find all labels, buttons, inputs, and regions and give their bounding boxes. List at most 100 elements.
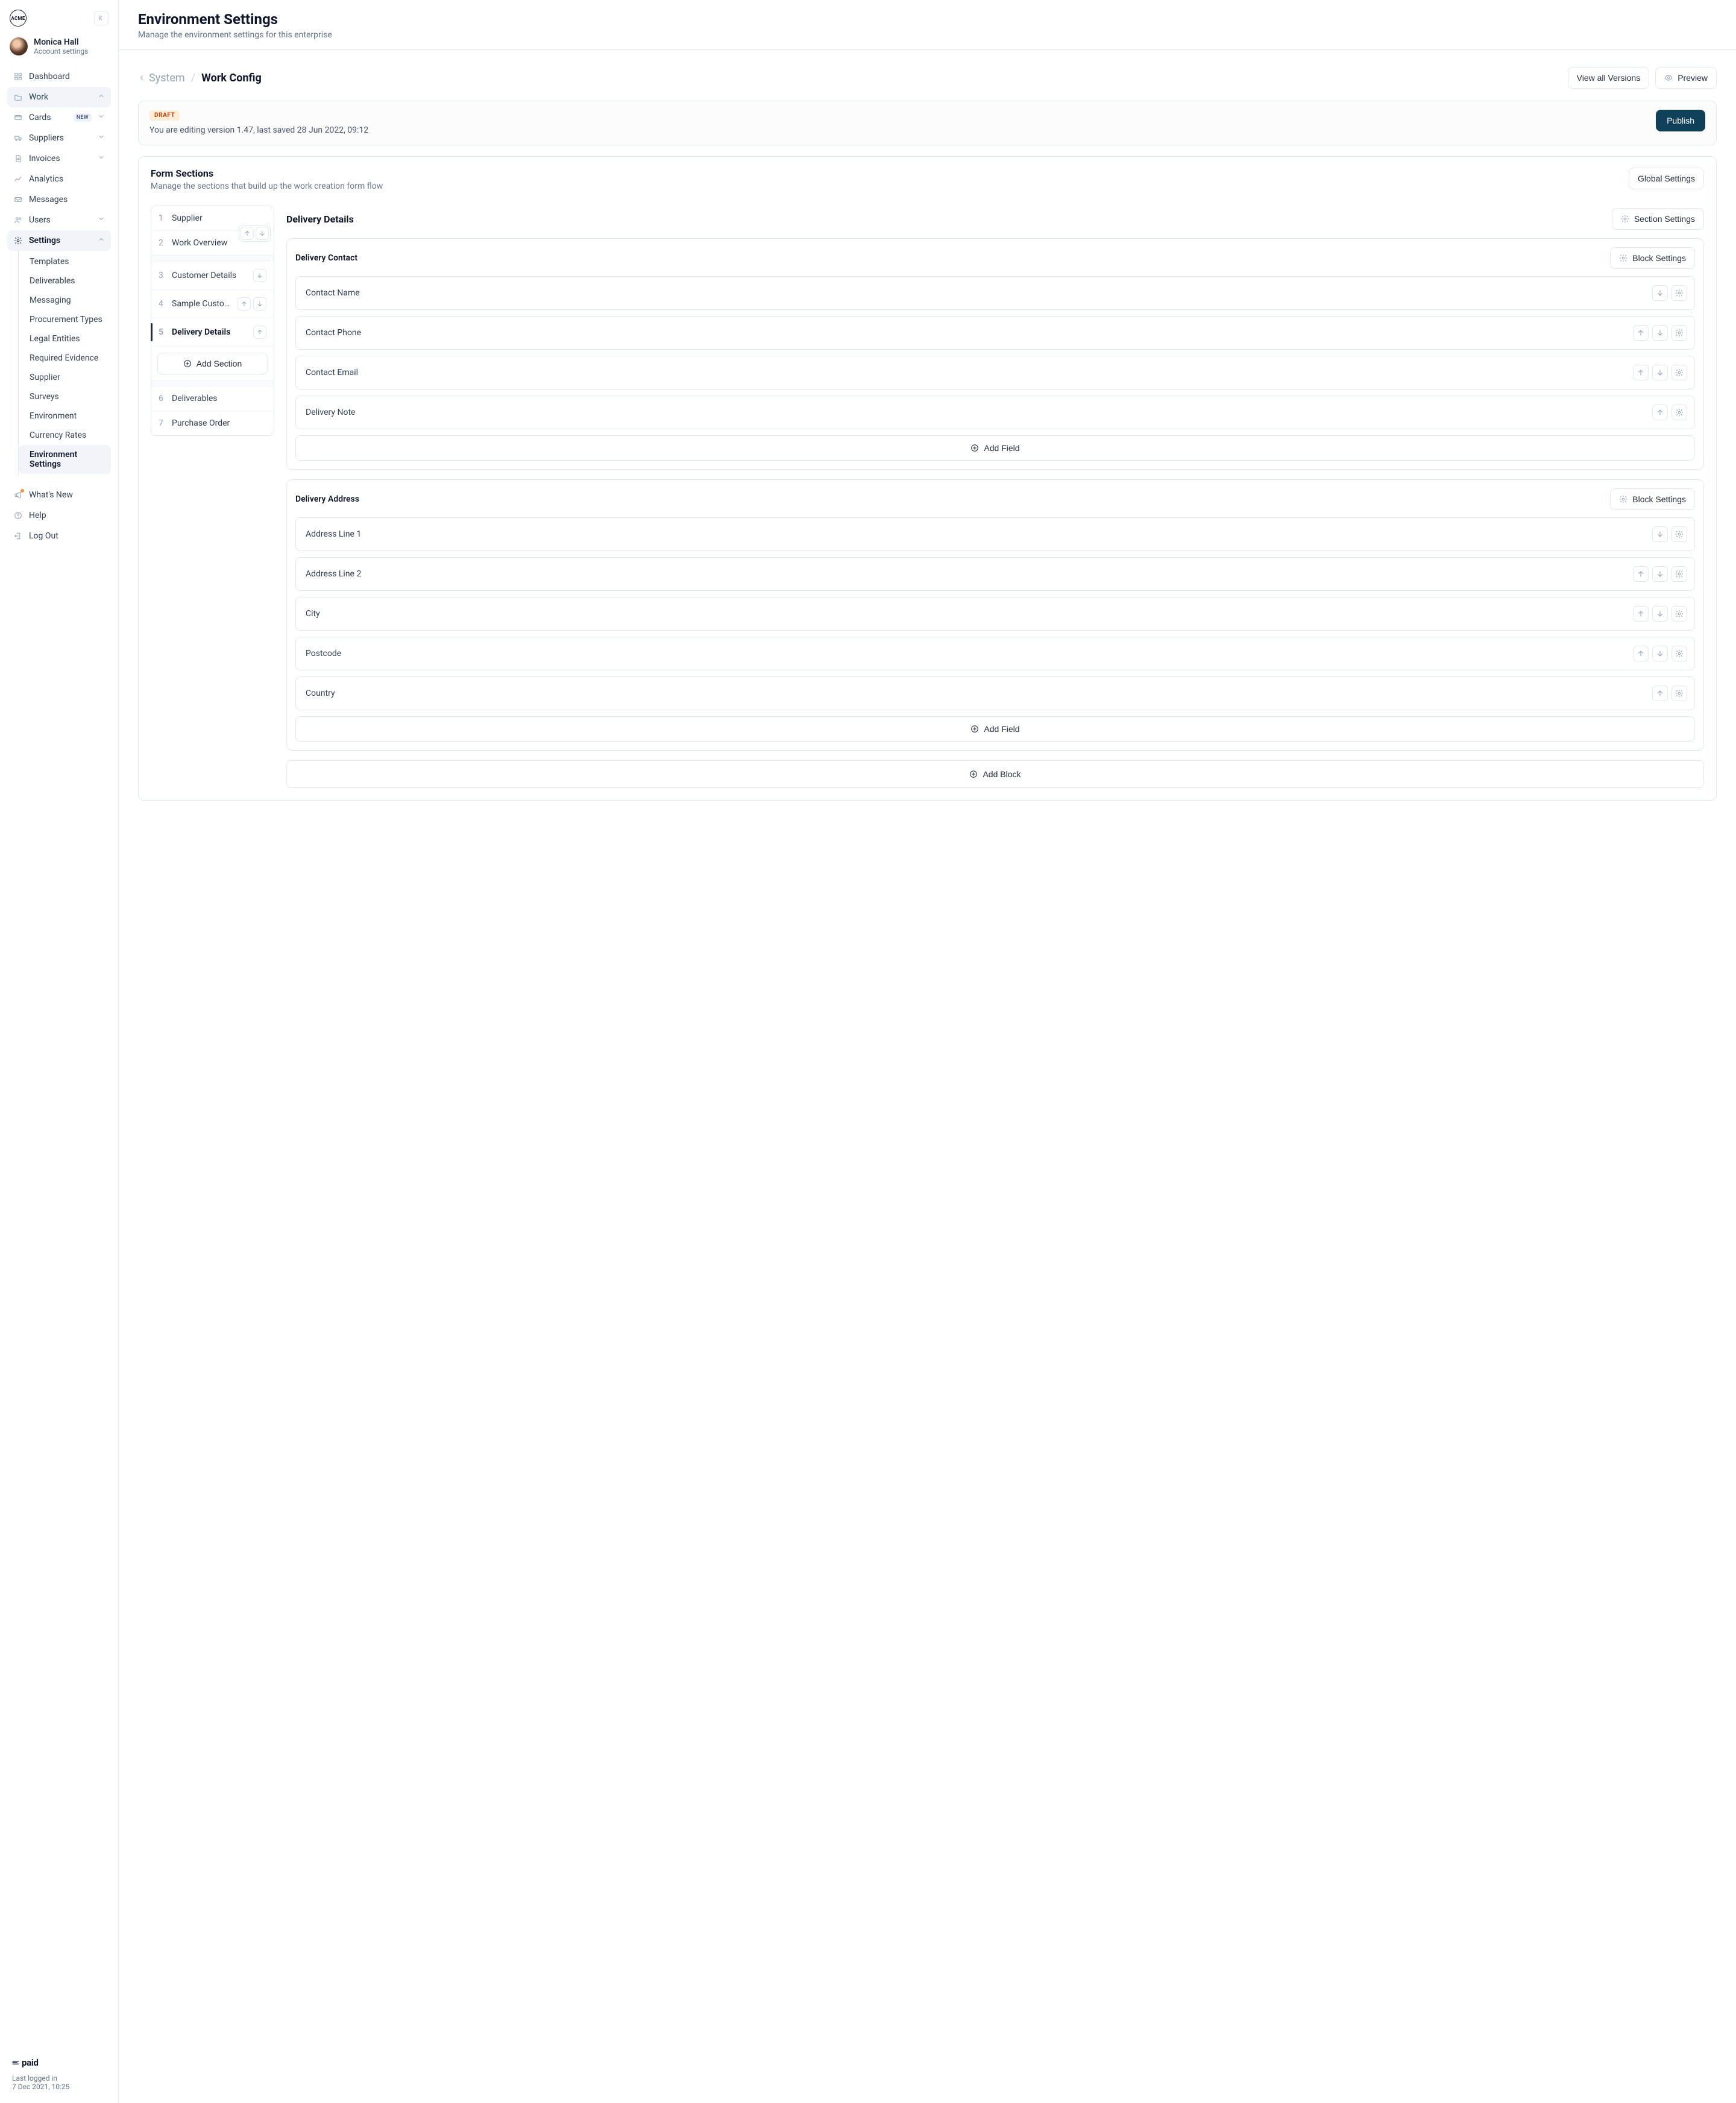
sidebar-item-dashboard[interactable]: Dashboard xyxy=(7,66,111,87)
field-row[interactable]: Postcode xyxy=(295,637,1695,670)
field-row[interactable]: Address Line 1 xyxy=(295,517,1695,551)
move-down-button[interactable] xyxy=(253,297,266,311)
sidebar-item-cards[interactable]: Cards NEW xyxy=(7,107,111,128)
sidebar-item-users[interactable]: Users xyxy=(7,210,111,230)
sidebar-item-currency-rates[interactable]: Currency Rates xyxy=(19,426,111,445)
move-up-button[interactable] xyxy=(1633,606,1649,622)
gear-icon xyxy=(1675,649,1684,658)
add-field-button[interactable]: Add Field xyxy=(295,716,1695,742)
field-settings-button[interactable] xyxy=(1672,606,1687,622)
field-row[interactable]: City xyxy=(295,597,1695,631)
move-down-button[interactable] xyxy=(1652,285,1668,301)
section-item-delivery-details[interactable]: 5 Delivery Details xyxy=(151,318,274,347)
sidebar-item-supplier[interactable]: Supplier xyxy=(19,368,111,387)
block-settings-button[interactable]: Block Settings xyxy=(1610,488,1695,510)
button-label: Section Settings xyxy=(1634,214,1695,224)
field-settings-button[interactable] xyxy=(1672,325,1687,341)
field-row[interactable]: Delivery Note xyxy=(295,396,1695,429)
view-all-versions-button[interactable]: View all Versions xyxy=(1568,67,1650,89)
field-settings-button[interactable] xyxy=(1672,365,1687,380)
breadcrumb-back[interactable]: System xyxy=(138,72,185,84)
move-up-button[interactable] xyxy=(1633,365,1649,380)
move-down-button[interactable] xyxy=(1652,646,1668,661)
block-title: Delivery Contact xyxy=(295,253,357,263)
gear-icon xyxy=(1675,408,1684,417)
sidebar-item-messaging[interactable]: Messaging xyxy=(19,291,111,310)
section-item-sample-custom[interactable]: 4 Sample Custom Section xyxy=(151,290,274,318)
sidebar-item-procurement-types[interactable]: Procurement Types xyxy=(19,310,111,329)
move-up-button[interactable] xyxy=(1652,686,1668,701)
field-row[interactable]: Contact Name xyxy=(295,276,1695,310)
grid-icon xyxy=(13,72,23,81)
sidebar-item-environment-settings[interactable]: Environment Settings xyxy=(19,445,111,474)
move-down-button[interactable] xyxy=(1652,325,1668,341)
section-name: Customer Details xyxy=(172,271,247,280)
sidebar-item-label: Procurement Types xyxy=(30,315,105,324)
paid-logo: paid xyxy=(12,2057,106,2068)
field-row[interactable]: Address Line 2 xyxy=(295,557,1695,591)
global-settings-button[interactable]: Global Settings xyxy=(1629,168,1704,189)
account-row[interactable]: Monica Hall Account settings xyxy=(0,31,118,64)
button-label: Preview xyxy=(1678,73,1708,83)
move-down-button[interactable] xyxy=(253,269,266,282)
sidebar-item-required-evidence[interactable]: Required Evidence xyxy=(19,348,111,368)
field-settings-button[interactable] xyxy=(1672,285,1687,301)
field-settings-button[interactable] xyxy=(1672,566,1687,582)
sidebar-item-settings[interactable]: Settings xyxy=(7,230,111,251)
field-controls xyxy=(1633,566,1687,582)
field-label: Contact Email xyxy=(306,368,358,377)
add-block-button[interactable]: Add Block xyxy=(286,760,1704,788)
sidebar-item-help[interactable]: Help xyxy=(7,505,111,526)
field-settings-button[interactable] xyxy=(1672,405,1687,420)
sidebar-item-environment[interactable]: Environment xyxy=(19,406,111,426)
move-up-button[interactable] xyxy=(1633,646,1649,661)
move-up-button[interactable] xyxy=(1652,405,1668,420)
sidebar-item-logout[interactable]: Log Out xyxy=(7,526,111,546)
preview-button[interactable]: Preview xyxy=(1655,67,1717,89)
last-logged-value: 7 Dec 2021, 10:25 xyxy=(12,2083,106,2091)
sidebar-item-legal-entities[interactable]: Legal Entities xyxy=(19,329,111,348)
section-item-purchase-order[interactable]: 7 Purchase Order xyxy=(151,411,274,435)
section-name: Supplier xyxy=(172,213,266,223)
move-down-button[interactable] xyxy=(1652,526,1668,542)
section-item-deliverables[interactable]: 6 Deliverables xyxy=(151,386,274,411)
megaphone-icon xyxy=(13,490,23,500)
field-controls xyxy=(1652,686,1687,701)
sidebar-item-messages[interactable]: Messages xyxy=(7,189,111,210)
move-up-button[interactable] xyxy=(1633,325,1649,341)
arrow-up-icon xyxy=(1656,408,1664,417)
section-item-work-overview[interactable]: 2 Work Overview xyxy=(151,231,274,256)
publish-button[interactable]: Publish xyxy=(1656,110,1705,131)
move-up-button[interactable] xyxy=(253,326,266,339)
move-down-button[interactable] xyxy=(1652,606,1668,622)
move-down-button[interactable] xyxy=(1652,365,1668,380)
block-settings-button[interactable]: Block Settings xyxy=(1610,247,1695,269)
move-up-button[interactable] xyxy=(1633,566,1649,582)
field-row[interactable]: Country xyxy=(295,676,1695,710)
field-settings-button[interactable] xyxy=(1672,526,1687,542)
sidebar-secondary-nav: What's New Help Log Out xyxy=(0,480,118,551)
move-up-button[interactable] xyxy=(237,297,251,311)
sidebar-item-deliverables[interactable]: Deliverables xyxy=(19,271,111,291)
sidebar-collapse-button[interactable] xyxy=(94,11,108,25)
sidebar-item-invoices[interactable]: Invoices xyxy=(7,148,111,169)
field-settings-button[interactable] xyxy=(1672,686,1687,701)
sidebar-item-work[interactable]: Work xyxy=(7,87,111,107)
sidebar-item-surveys[interactable]: Surveys xyxy=(19,387,111,406)
sidebar-item-templates[interactable]: Templates xyxy=(19,252,111,271)
field-row[interactable]: Contact Phone xyxy=(295,316,1695,350)
arrow-down-icon xyxy=(1656,570,1664,578)
section-item-customer-details[interactable]: 3 Customer Details xyxy=(151,262,274,290)
section-number: 5 xyxy=(159,327,166,337)
section-settings-button[interactable]: Section Settings xyxy=(1612,208,1704,230)
sidebar-item-whats-new[interactable]: What's New xyxy=(7,485,111,505)
sidebar-item-analytics[interactable]: Analytics xyxy=(7,169,111,189)
field-row[interactable]: Contact Email xyxy=(295,356,1695,389)
sidebar-item-label: What's New xyxy=(29,490,105,500)
sidebar-item-suppliers[interactable]: Suppliers xyxy=(7,128,111,148)
field-settings-button[interactable] xyxy=(1672,646,1687,661)
add-section-button[interactable]: Add Section xyxy=(157,353,268,374)
arrow-up-icon xyxy=(1637,649,1645,658)
add-field-button[interactable]: Add Field xyxy=(295,435,1695,461)
move-down-button[interactable] xyxy=(1652,566,1668,582)
